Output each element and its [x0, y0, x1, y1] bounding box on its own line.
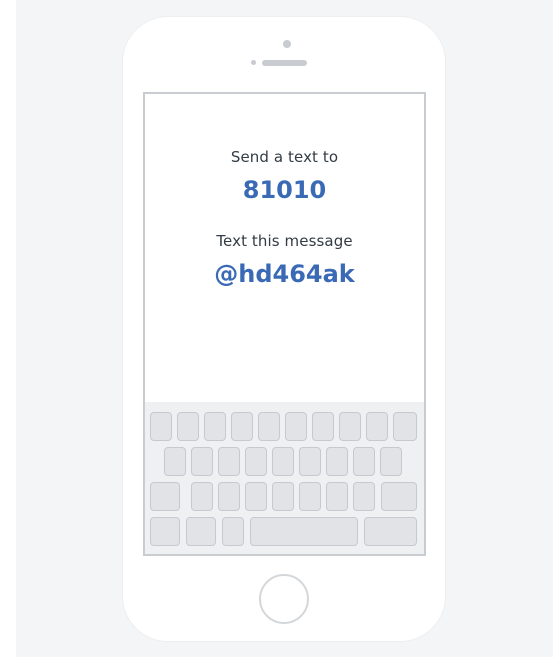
- phone-screen: Send a text to 81010 Text this message @…: [143, 92, 426, 556]
- shift-key: [150, 482, 180, 511]
- keyboard-key: [191, 447, 213, 476]
- keyboard-key: [204, 412, 226, 441]
- keyboard-key: [353, 447, 375, 476]
- keyboard-key: [164, 447, 186, 476]
- keyboard-key: [393, 412, 417, 441]
- keyboard-key: [218, 447, 240, 476]
- keyboard-key: [258, 412, 280, 441]
- keyboard-key: [272, 447, 294, 476]
- globe-key: [186, 517, 216, 546]
- backspace-key: [381, 482, 417, 511]
- keyboard-key: [353, 482, 375, 511]
- return-key: [364, 517, 417, 546]
- keyboard-key: [366, 412, 388, 441]
- keyboard-key: [231, 412, 253, 441]
- keyboard-key: [380, 447, 402, 476]
- keyboard-key: [326, 447, 348, 476]
- keyboard-key: [272, 482, 294, 511]
- keyboard-key: [285, 412, 307, 441]
- keyboard-key: [245, 482, 267, 511]
- mic-key: [222, 517, 244, 546]
- phone-number: 81010: [242, 176, 327, 204]
- space-key: [250, 517, 358, 546]
- keyboard: [145, 402, 424, 554]
- keyboard-key: [299, 447, 321, 476]
- message-prompt: Text this message: [216, 232, 353, 250]
- sensor-icon: [251, 60, 256, 65]
- message-code: @hd464ak: [214, 260, 355, 288]
- keyboard-key: [326, 482, 348, 511]
- keyboard-key: [245, 447, 267, 476]
- home-button-icon[interactable]: [259, 574, 309, 624]
- keyboard-key: [177, 412, 199, 441]
- camera-icon: [283, 40, 291, 48]
- numbers-key: [150, 517, 180, 546]
- speaker-icon: [262, 60, 307, 66]
- keyboard-key: [218, 482, 240, 511]
- keyboard-key: [150, 412, 172, 441]
- keyboard-key: [312, 412, 334, 441]
- keyboard-key: [299, 482, 321, 511]
- keyboard-key: [191, 482, 213, 511]
- send-prompt: Send a text to: [230, 148, 339, 166]
- keyboard-key: [339, 412, 361, 441]
